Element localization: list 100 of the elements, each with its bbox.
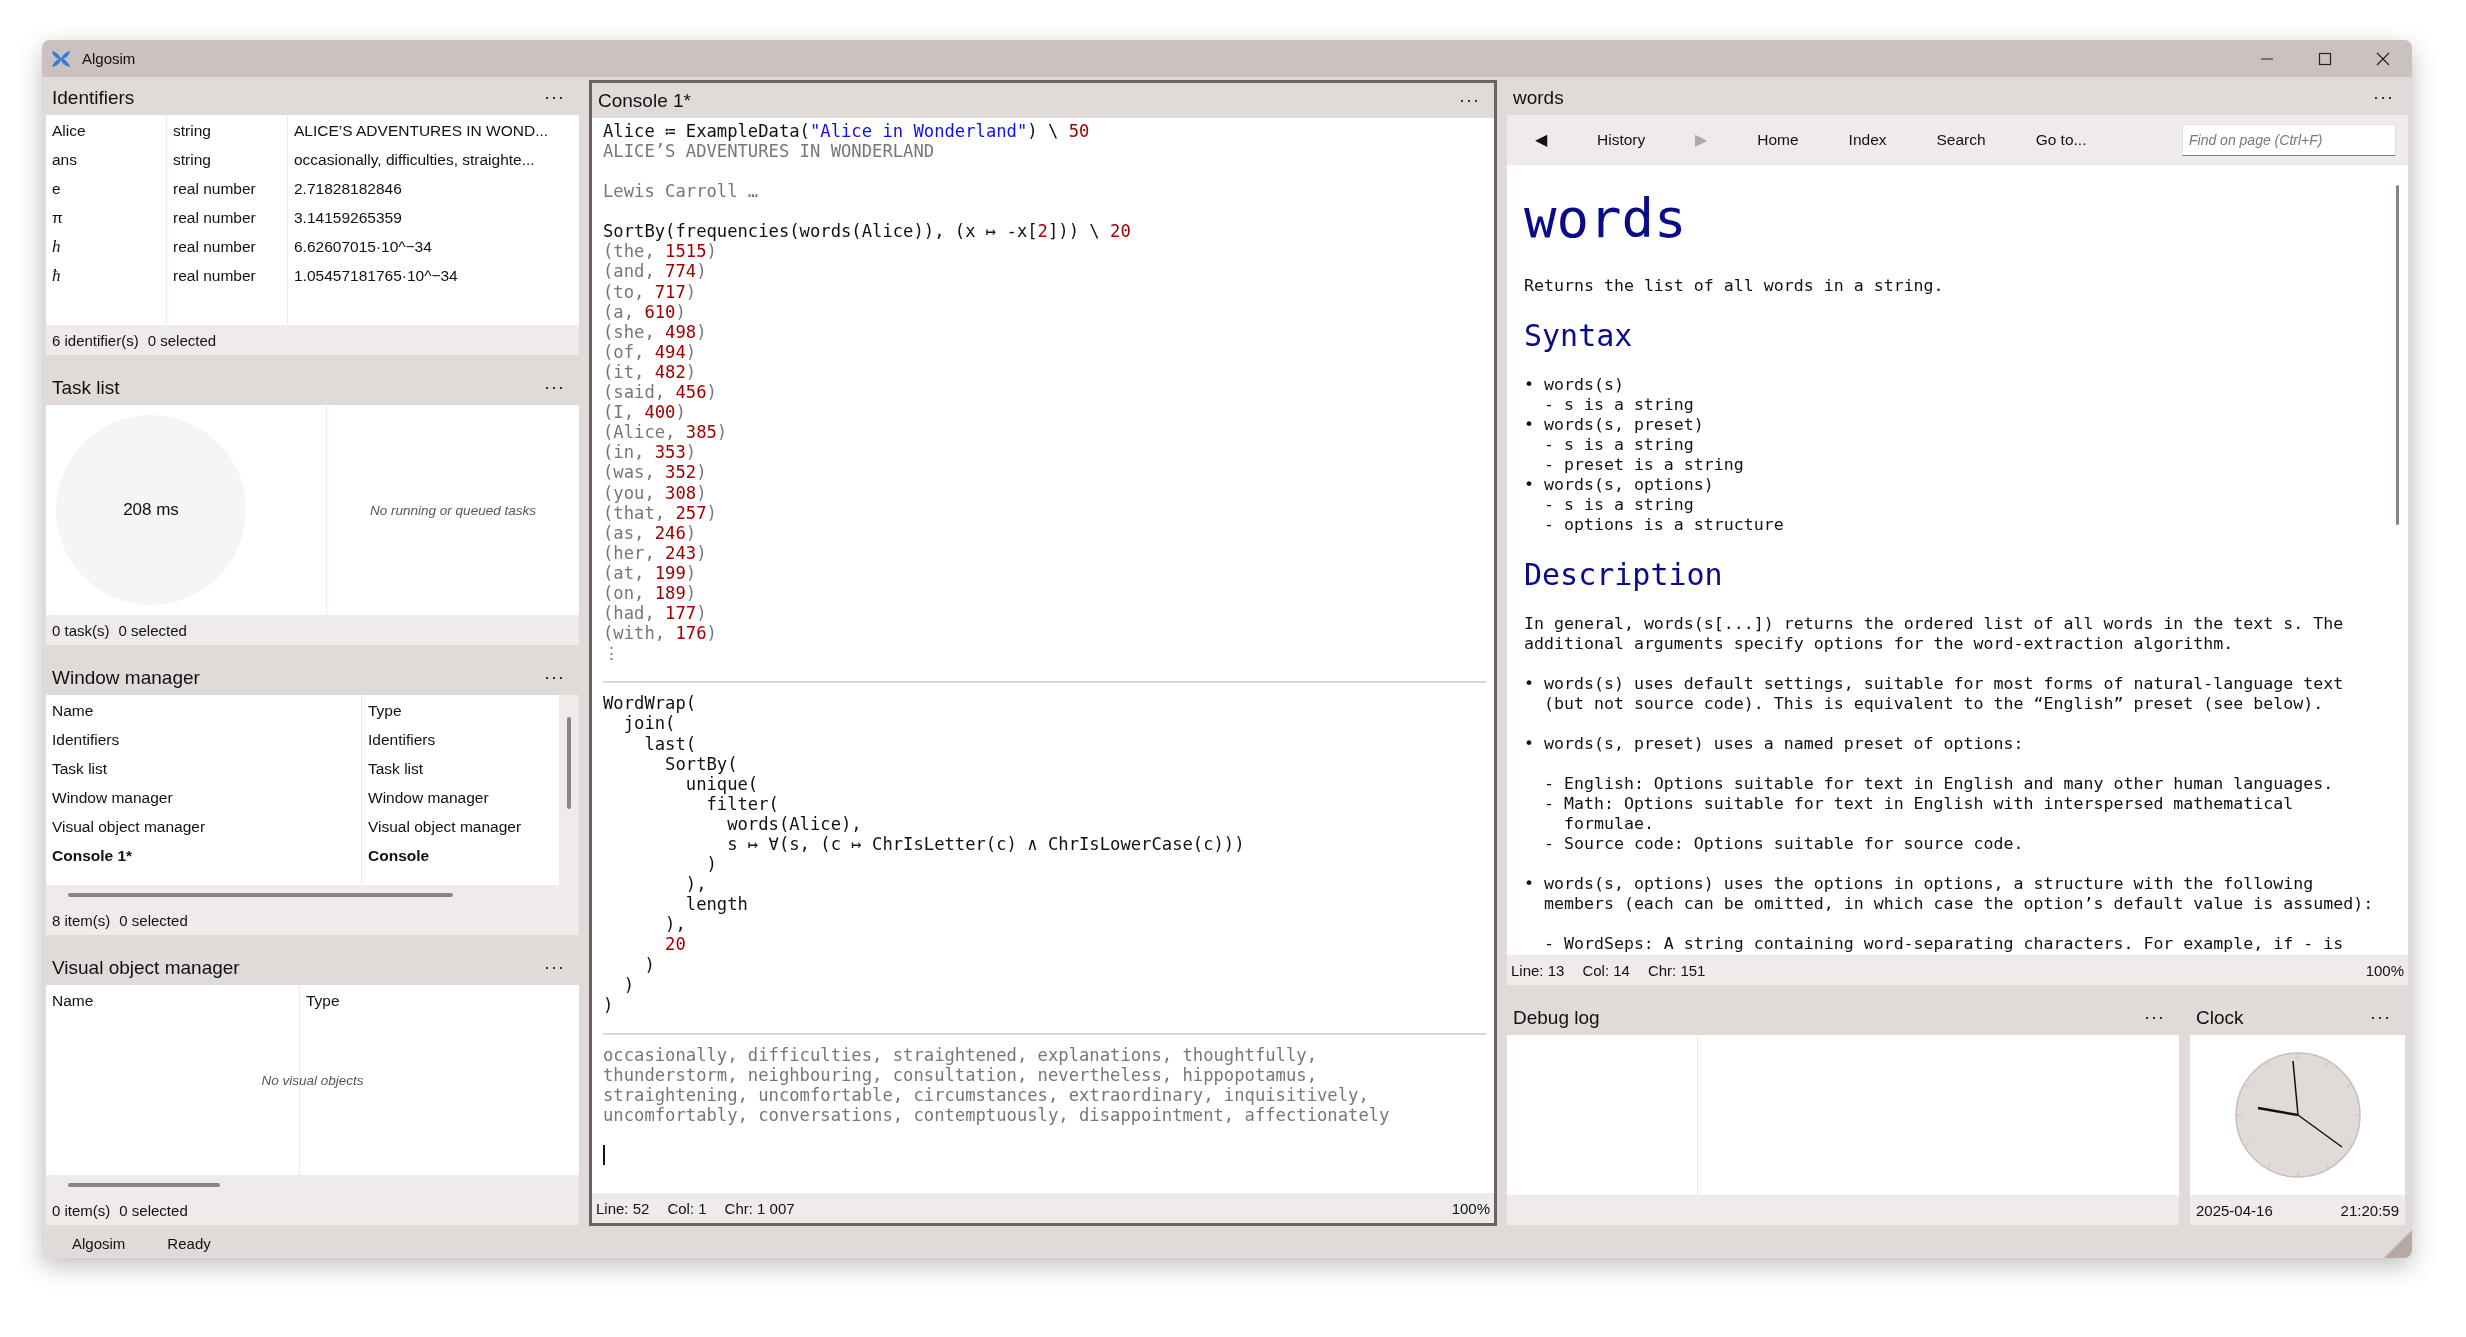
list-item: - preset is a string [1542,455,1744,475]
code-line: filter( [706,793,779,814]
code-line: s ↦ ∀(s, (c ↦ ChrIsLetter(c) ∧ ChrIsLowerCase(c))) [726,834,1245,855]
column-header[interactable]: Type [300,986,579,1015]
code-line: ) [603,994,614,1015]
status-text: Chr: 151 [1647,961,1706,979]
resize-grip[interactable] [2384,1230,2412,1258]
output-line: (she, 498) [603,321,707,342]
table-cell[interactable]: Console [362,841,559,870]
output-line: uncomfortably, conversations, contemptuously, disappointment, affectionately [603,1105,1390,1126]
section-heading: Description [1524,556,1723,594]
table-cell[interactable]: Visual object manager [46,812,361,841]
console-panel[interactable] [589,80,1497,1226]
table-cell-text: Alice [51,121,87,141]
table-cell[interactable]: Window manager [46,783,361,812]
table-cell[interactable]: Visual object manager [362,812,559,841]
status-text: 8 item(s) [52,911,111,929]
status-text: 0 selected [119,1201,188,1219]
output-line: (was, 352) [603,462,707,483]
arrow-button[interactable]: ◀ [1519,131,1563,149]
search-field[interactable]: Find on page (Ctrl+F) [2182,124,2396,156]
scrollbar[interactable] [68,893,453,897]
more-menu-button[interactable]: ··· [2365,87,2402,108]
more-menu-button[interactable]: ··· [536,667,573,688]
output-line: (as, 246) [603,522,697,543]
table-cell[interactable]: Task list [46,754,361,783]
table-cell-text: π [51,208,64,228]
more-menu-button[interactable]: ··· [536,87,573,108]
more-menu-button[interactable]: ··· [2362,1007,2399,1028]
list-item: - options is a structure [1542,515,1784,535]
list-item: - Math: Options suitable for text in English with interspersed mathematical [1542,794,2294,814]
more-menu-button[interactable]: ··· [1451,90,1488,111]
output-line: (that, 257) [603,502,717,523]
more-menu-button[interactable]: ··· [2136,1007,2173,1028]
table-cell-text: real number [172,179,257,199]
status-text: Col: 1 [667,1199,707,1217]
bullet-item: • words(s, options) uses the options in options, a structure with the following [1524,874,2314,894]
output-line: (on, 189) [603,582,697,604]
table-cell-text: e [51,179,62,199]
bullet-item: • words(s, preset) uses a named preset of options: [1524,734,2024,754]
output-line: Lewis Carroll … [603,181,759,202]
paragraph-line: additional arguments specify options for the word-extraction algorithm. [1524,634,2234,654]
bullet-item: • words(s, preset) [1524,415,1704,435]
table-cell-text: 3.14159265359 [293,208,403,228]
toolbar-link[interactable]: Home [1741,131,1815,149]
panel-title: Clock [2196,1006,2244,1029]
table-cell-text: 2.71828182846 [293,179,403,199]
code-line: length [684,894,748,915]
code-line: SortBy( [664,753,738,774]
maximize-icon[interactable] [2318,51,2332,66]
code-line: last( [643,733,697,754]
status-text: Ready [167,1234,211,1252]
code-line: join( [622,713,676,734]
app-logo-icon [50,48,72,69]
table-cell-text: real number [172,237,257,257]
table-cell-text: ALICE’S ADVENTURES IN WOND... [293,121,550,141]
status-text: 0 selected [119,911,188,929]
toolbar-link[interactable]: Index [1832,131,1903,149]
code-line: ), [664,914,686,935]
output-line: (at, 199) [603,562,697,583]
list-item: - English: Options suitable for text in English and many other human languages. [1542,774,2334,794]
panel-title: words [1513,86,1564,109]
status-text: 0 task(s) [52,621,110,639]
empty-message: No visual objects [261,1072,364,1088]
paragraph-line: members (each can be omitted, in which case the option’s default value is assumed): [1542,894,2374,914]
table-cell[interactable]: Console 1* [46,841,361,870]
table-cell-text: real number [172,208,257,228]
output-line: ⋮ [603,643,620,664]
bullet-item: • words(s) [1524,375,1624,395]
table-cell[interactable]: Identifiers [46,725,361,754]
list-item: - s is a string [1542,435,1694,455]
close-icon[interactable] [2376,51,2390,66]
paragraph-line: In general, words(s[...]) returns the ordered list of all words in the text s. The [1524,614,2344,634]
clock-time: 21:20:59 [2340,1201,2399,1219]
toolbar-link[interactable]: Go to... [2019,131,2103,149]
table-cell[interactable]: Task list [362,754,559,783]
code-line: 20 [664,934,686,955]
column-header[interactable]: Name [46,986,299,1015]
scrollbar[interactable] [68,1183,220,1187]
code-line: ) [705,854,717,875]
output-line: (had, 177) [603,603,707,624]
toolbar-link[interactable]: History [1581,131,1662,149]
column-header[interactable]: Name [46,696,361,725]
column-header[interactable]: Type [362,696,559,725]
table-cell-text: string [172,121,212,141]
output-line: (of, 494) [603,341,697,362]
window-title: Algosim [82,50,136,67]
table-cell[interactable]: Identifiers [362,725,559,754]
paragraph-line: formulae. [1562,814,1654,834]
code-line: words(Alice), [726,813,862,834]
more-menu-button[interactable]: ··· [536,377,573,398]
scrollbar[interactable] [2396,185,2399,525]
output-line: ALICE’S ADVENTURES IN WONDERLAND [603,141,935,162]
toolbar-link[interactable]: Search [1920,131,2002,149]
status-text: 0 selected [118,621,187,639]
scrollbar[interactable] [567,717,571,809]
more-menu-button[interactable]: ··· [536,957,573,978]
table-cell[interactable]: Window manager [362,783,559,812]
table-cell-text: h [51,236,62,258]
table-cell-text: occasionally, difficulties, straighte... [293,150,536,170]
